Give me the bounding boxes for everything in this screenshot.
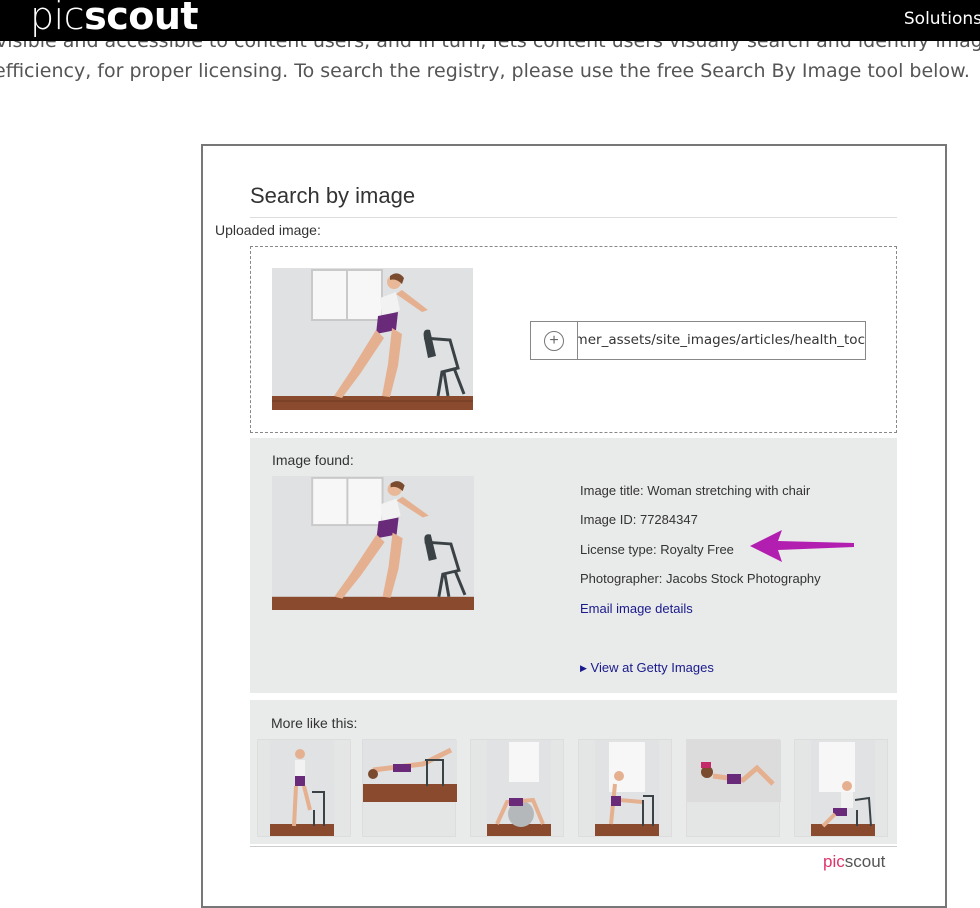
similar-thumb-4[interactable] <box>578 739 672 837</box>
uploaded-image-label: Uploaded image: <box>215 222 321 238</box>
nav-solutions-link[interactable]: Solutions <box>904 9 980 29</box>
image-url-group: + consumer_assets/site_images/articles/h… <box>530 321 866 360</box>
found-photo[interactable] <box>272 476 474 610</box>
license-type-text: License type: Royalty Free <box>580 542 734 557</box>
email-image-details-link[interactable]: Email image details <box>580 601 693 616</box>
widget-title: Search by image <box>250 183 416 208</box>
thumb-photo <box>270 740 334 836</box>
image-url-input[interactable]: consumer_assets/site_images/articles/hea… <box>578 322 865 359</box>
uploaded-photo <box>272 268 473 410</box>
annotation-arrow-icon <box>750 530 854 562</box>
picscout-logo[interactable]: picscout <box>30 0 199 38</box>
title-divider <box>250 217 897 218</box>
more-like-this-label: More like this: <box>271 715 358 731</box>
triangle-right-icon: ▶ <box>580 663 587 673</box>
similar-thumb-1[interactable] <box>257 739 351 837</box>
thumb-photo <box>363 740 457 802</box>
similar-thumb-6[interactable] <box>794 739 888 837</box>
similar-thumb-5[interactable] <box>686 739 781 837</box>
similar-thumb-3[interactable] <box>470 739 564 837</box>
thumb-photo <box>487 740 551 836</box>
image-title-text: Image title: Woman stretching with chair <box>580 483 811 498</box>
thumb-photo <box>687 740 781 802</box>
footer-picscout-logo: picscout <box>823 852 886 871</box>
similar-thumb-2[interactable] <box>362 739 457 837</box>
view-at-getty-link[interactable]: ▶ View at Getty Images <box>580 660 714 675</box>
thumb-photo <box>811 740 875 836</box>
image-id-text: Image ID: 77284347 <box>580 512 698 527</box>
image-found-label: Image found: <box>272 452 354 468</box>
view-link-label: View at Getty Images <box>590 660 714 675</box>
add-image-button[interactable]: + <box>531 322 578 359</box>
intro-text-line2: efficiency, for proper licensing. To sea… <box>0 60 970 82</box>
photographer-text: Photographer: Jacobs Stock Photography <box>580 571 821 586</box>
footer-divider <box>250 846 897 847</box>
thumb-photo <box>595 740 659 836</box>
top-nav-bar: picscout Solutions <box>0 0 980 41</box>
plus-icon: + <box>544 330 564 351</box>
